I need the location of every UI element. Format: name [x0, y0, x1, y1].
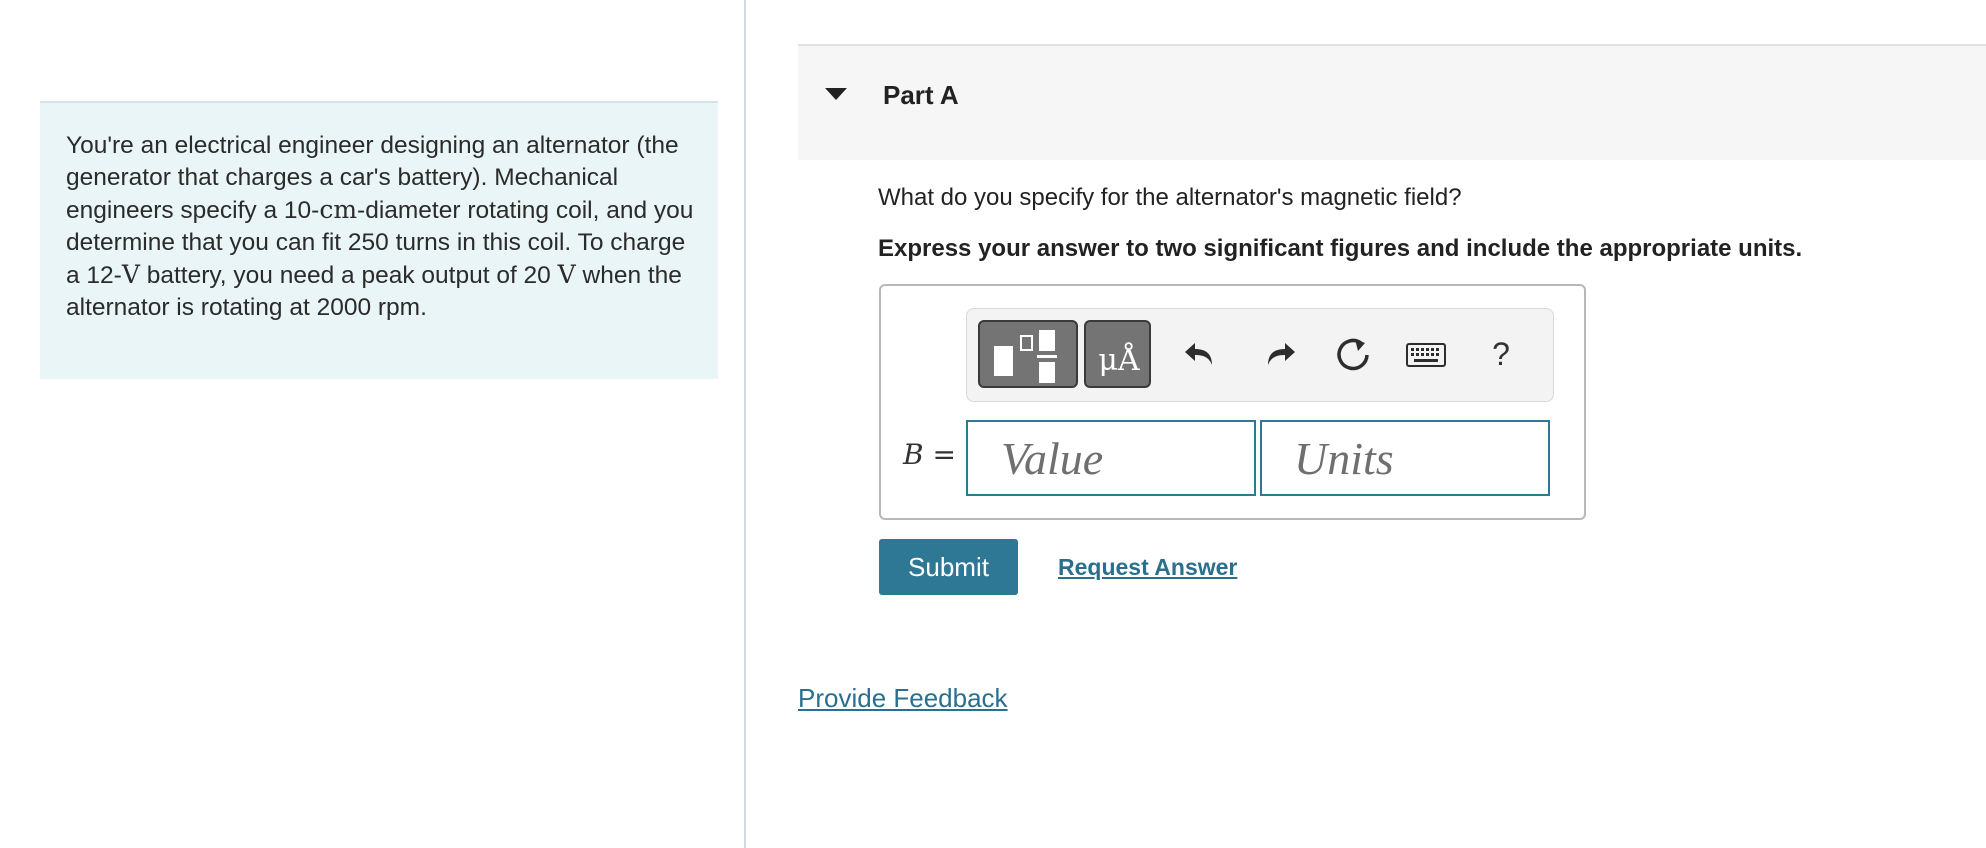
answer-box: μÅ ? B = — [879, 284, 1586, 520]
provide-feedback-link[interactable]: Provide Feedback — [798, 683, 1008, 714]
variable-label: B = — [903, 438, 956, 471]
pane-divider — [744, 0, 746, 848]
keyboard-icon[interactable] — [1403, 331, 1449, 377]
submit-button[interactable]: Submit — [879, 539, 1018, 595]
units-symbol-label: μÅ — [1098, 342, 1139, 378]
units-input[interactable] — [1260, 420, 1550, 496]
variable-symbol: B — [903, 438, 924, 471]
problem-statement-box: You're an electrical engineer designing … — [40, 101, 718, 379]
part-a-header[interactable]: Part A — [798, 44, 1986, 160]
fraction-template-icon — [994, 330, 1057, 383]
unit-cm: cm — [319, 195, 358, 224]
request-answer-link[interactable]: Request Answer — [1058, 554, 1237, 581]
problem-pane: You're an electrical engineer designing … — [0, 0, 745, 848]
help-icon[interactable]: ? — [1481, 333, 1521, 375]
problem-text-3: battery, you need a peak output of 20 — [139, 262, 558, 289]
math-toolbar: μÅ ? — [966, 308, 1554, 402]
templates-button[interactable] — [978, 320, 1078, 388]
value-input[interactable] — [966, 420, 1256, 496]
equals-sign: = — [923, 438, 956, 471]
units-symbol-icon: μÅ — [1098, 342, 1139, 378]
unit-volt-1: V — [121, 260, 140, 289]
problem-statement: You're an electrical engineer designing … — [66, 130, 696, 324]
units-symbol-button[interactable]: μÅ — [1084, 320, 1151, 388]
question-text: What do you specify for the alternator's… — [878, 184, 1462, 211]
part-title: Part A — [883, 80, 959, 110]
redo-icon[interactable] — [1255, 331, 1301, 377]
collapse-caret-icon[interactable] — [825, 88, 847, 100]
instruction-text: Express your answer to two significant f… — [878, 235, 1803, 262]
reset-icon[interactable] — [1331, 331, 1377, 377]
unit-volt-2: V — [557, 260, 576, 289]
undo-icon[interactable] — [1179, 331, 1225, 377]
